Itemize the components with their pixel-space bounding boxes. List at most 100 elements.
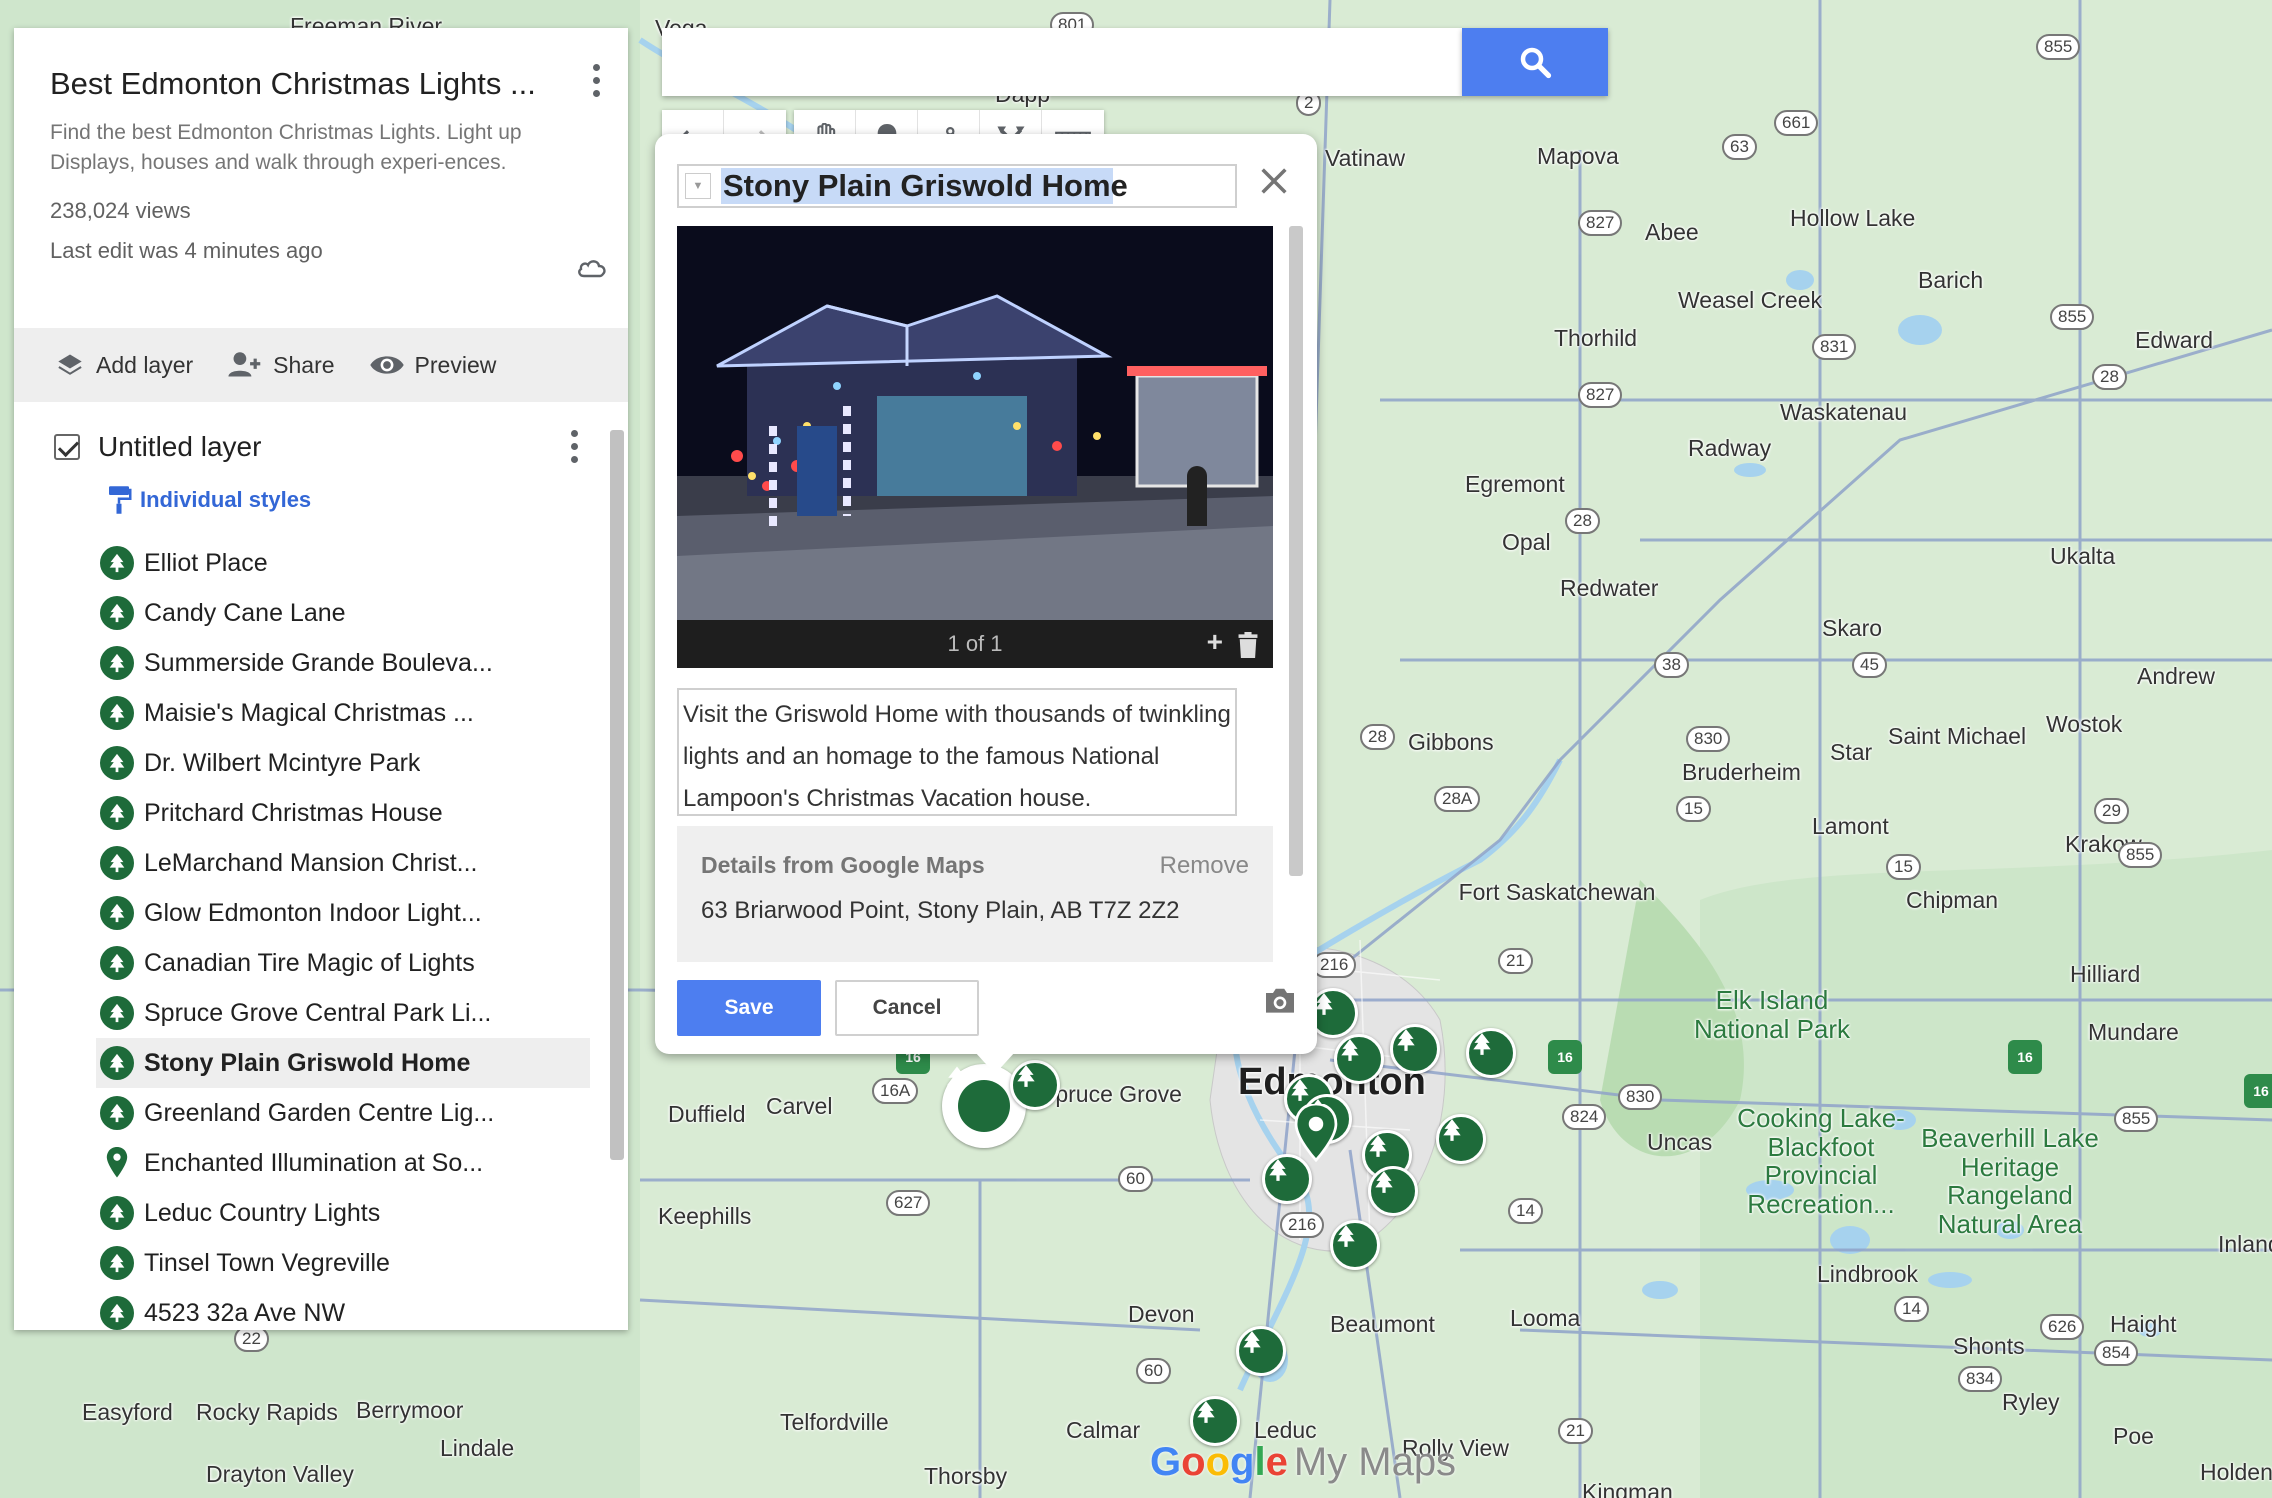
- add-person-icon: [228, 352, 261, 377]
- map-place-label: Calmar: [1066, 1417, 1141, 1443]
- map-place-label: Devon: [1128, 1301, 1195, 1327]
- map-marker[interactable]: [1368, 1166, 1418, 1216]
- share-button[interactable]: Share: [227, 351, 335, 379]
- map-marker[interactable]: [1436, 1114, 1486, 1164]
- map-place-label: Mundare: [2088, 1019, 2179, 1045]
- feature-photo[interactable]: [677, 226, 1273, 622]
- layer-visibility-checkbox[interactable]: [54, 434, 80, 460]
- map-place-label: Carvel: [766, 1093, 833, 1119]
- map-place-label: Duffield: [668, 1101, 746, 1127]
- map-marker[interactable]: [1236, 1326, 1286, 1376]
- popup-pointer: [975, 1052, 1015, 1074]
- highway-shield: 38: [1654, 652, 1689, 679]
- layer-item-label: Glow Edmonton Indoor Light...: [144, 898, 482, 927]
- tree-icon: [1473, 1033, 1491, 1055]
- highway-shield: 830: [1618, 1084, 1663, 1111]
- map-title[interactable]: Best Edmonton Christmas Lights ...: [50, 66, 592, 102]
- park-icon: 16: [2008, 1040, 2042, 1074]
- add-layer-button[interactable]: Add layer: [54, 351, 193, 379]
- map-place-label: Haight: [2110, 1311, 2177, 1337]
- tree-icon: [100, 1096, 134, 1130]
- search-input[interactable]: [662, 28, 1442, 96]
- tree-icon: [1017, 1065, 1035, 1087]
- photo-counter: 1 of 1: [947, 631, 1003, 656]
- search-button[interactable]: [1462, 28, 1608, 96]
- layer-item[interactable]: Canadian Tire Magic of Lights: [14, 938, 604, 988]
- layer-item[interactable]: Spruce Grove Central Park Li...: [14, 988, 604, 1038]
- trash-icon[interactable]: [1237, 632, 1259, 658]
- map-marker[interactable]: [1466, 1028, 1516, 1078]
- tree-icon: [109, 1203, 125, 1223]
- remove-details-link[interactable]: Remove: [1160, 852, 1249, 880]
- pin-icon[interactable]: [1294, 1104, 1338, 1162]
- highway-shield: 28: [1360, 724, 1395, 751]
- google-maps-details: Details from Google Maps Remove 63 Briar…: [677, 826, 1273, 962]
- cancel-button[interactable]: Cancel: [835, 980, 979, 1036]
- map-place-label: Edward: [2135, 327, 2213, 353]
- save-button[interactable]: Save: [677, 980, 821, 1036]
- layers-icon: [58, 354, 82, 375]
- last-edit-status: Last edit was 4 minutes ago: [50, 238, 323, 263]
- map-marker[interactable]: [1330, 1220, 1380, 1270]
- preview-button[interactable]: Preview: [369, 352, 496, 379]
- panel-scrollbar[interactable]: [610, 430, 624, 1160]
- tree-icon: [1375, 1171, 1393, 1193]
- camera-icon[interactable]: [1263, 986, 1297, 1014]
- tree-icon: [1197, 1401, 1215, 1423]
- highway-shield: 14: [1508, 1198, 1543, 1225]
- highway-shield: 627: [886, 1190, 931, 1217]
- layer-item[interactable]: 4523 32a Ave NW: [14, 1288, 604, 1330]
- popup-scrollbar[interactable]: [1289, 226, 1303, 876]
- layer-item[interactable]: Candy Cane Lane: [14, 588, 604, 638]
- map-park-label: Beaverhill Lake Heritage Rangeland Natur…: [1921, 1123, 2099, 1239]
- tree-icon: [109, 1253, 125, 1273]
- map-place-label: Lindbrook: [1817, 1261, 1919, 1287]
- add-photo-icon[interactable]: +: [1207, 626, 1223, 658]
- layer-item[interactable]: Elliot Place: [14, 538, 604, 588]
- map-options-menu-icon[interactable]: [590, 64, 602, 97]
- highway-shield: 661: [1774, 110, 1819, 137]
- layer-item[interactable]: Tinsel Town Vegreville: [14, 1238, 604, 1288]
- map-description[interactable]: Find the best Edmonton Christmas Lights.…: [50, 118, 570, 178]
- layer-name[interactable]: Untitled layer: [98, 431, 261, 463]
- layer-item-label: Maisie's Magical Christmas ...: [144, 698, 474, 727]
- layer-item[interactable]: Dr. Wilbert Mcintyre Park: [14, 738, 604, 788]
- search-box: [662, 28, 1462, 96]
- tree-icon: [109, 853, 125, 873]
- layer-header: Untitled layer: [14, 424, 604, 470]
- highway-shield: 831: [1812, 334, 1857, 361]
- feature-description-field[interactable]: Visit the Griswold Home with thousands o…: [677, 688, 1237, 816]
- layer-item[interactable]: Greenland Garden Centre Lig...: [14, 1088, 604, 1138]
- map-marker[interactable]: [1010, 1060, 1060, 1110]
- house-lights-photo: [677, 226, 1273, 622]
- tree-icon: [100, 996, 134, 1030]
- panel-action-bar: Add layer Share Preview: [14, 328, 628, 402]
- layer-item[interactable]: Summerside Grande Bouleva...: [14, 638, 604, 688]
- photo-navigation-bar: 1 of 1 +: [677, 620, 1273, 668]
- map-place-label: Uncas: [1647, 1129, 1713, 1155]
- layer-item[interactable]: Stony Plain Griswold Home: [96, 1038, 590, 1088]
- layer-item[interactable]: Leduc Country Lights: [14, 1188, 604, 1238]
- tree-icon: [1397, 1029, 1415, 1051]
- highway-shield: 60: [1136, 1358, 1171, 1385]
- layer-item[interactable]: Glow Edmonton Indoor Light...: [14, 888, 604, 938]
- map-details-panel: Best Edmonton Christmas Lights ... Find …: [14, 28, 628, 1330]
- layer-item[interactable]: Enchanted Illumination at So...: [14, 1138, 604, 1188]
- highway-shield: 854: [2094, 1340, 2139, 1367]
- map-place-label: Holden: [2200, 1459, 2272, 1485]
- layer-item[interactable]: LeMarchand Mansion Christ...: [14, 838, 604, 888]
- map-place-label: Berrymoor: [356, 1397, 464, 1423]
- layer-options-menu-icon[interactable]: [568, 430, 580, 463]
- feature-title-input[interactable]: [723, 168, 1223, 204]
- chevron-down-icon[interactable]: ▼: [685, 173, 711, 199]
- map-marker[interactable]: [1334, 1034, 1384, 1084]
- layer-item[interactable]: Maisie's Magical Christmas ...: [14, 688, 604, 738]
- map-marker[interactable]: [1390, 1024, 1440, 1074]
- close-icon[interactable]: [1257, 164, 1291, 198]
- layer-items: Elliot Place Candy Cane Lane Summerside Gr…: [14, 538, 604, 1330]
- individual-styles-link[interactable]: Individual styles: [140, 487, 311, 513]
- highway-shield: 855: [2118, 842, 2163, 869]
- map-marker[interactable]: [1190, 1396, 1240, 1446]
- map-place-label: Wostok: [2046, 711, 2123, 737]
- layer-item[interactable]: Pritchard Christmas House: [14, 788, 604, 838]
